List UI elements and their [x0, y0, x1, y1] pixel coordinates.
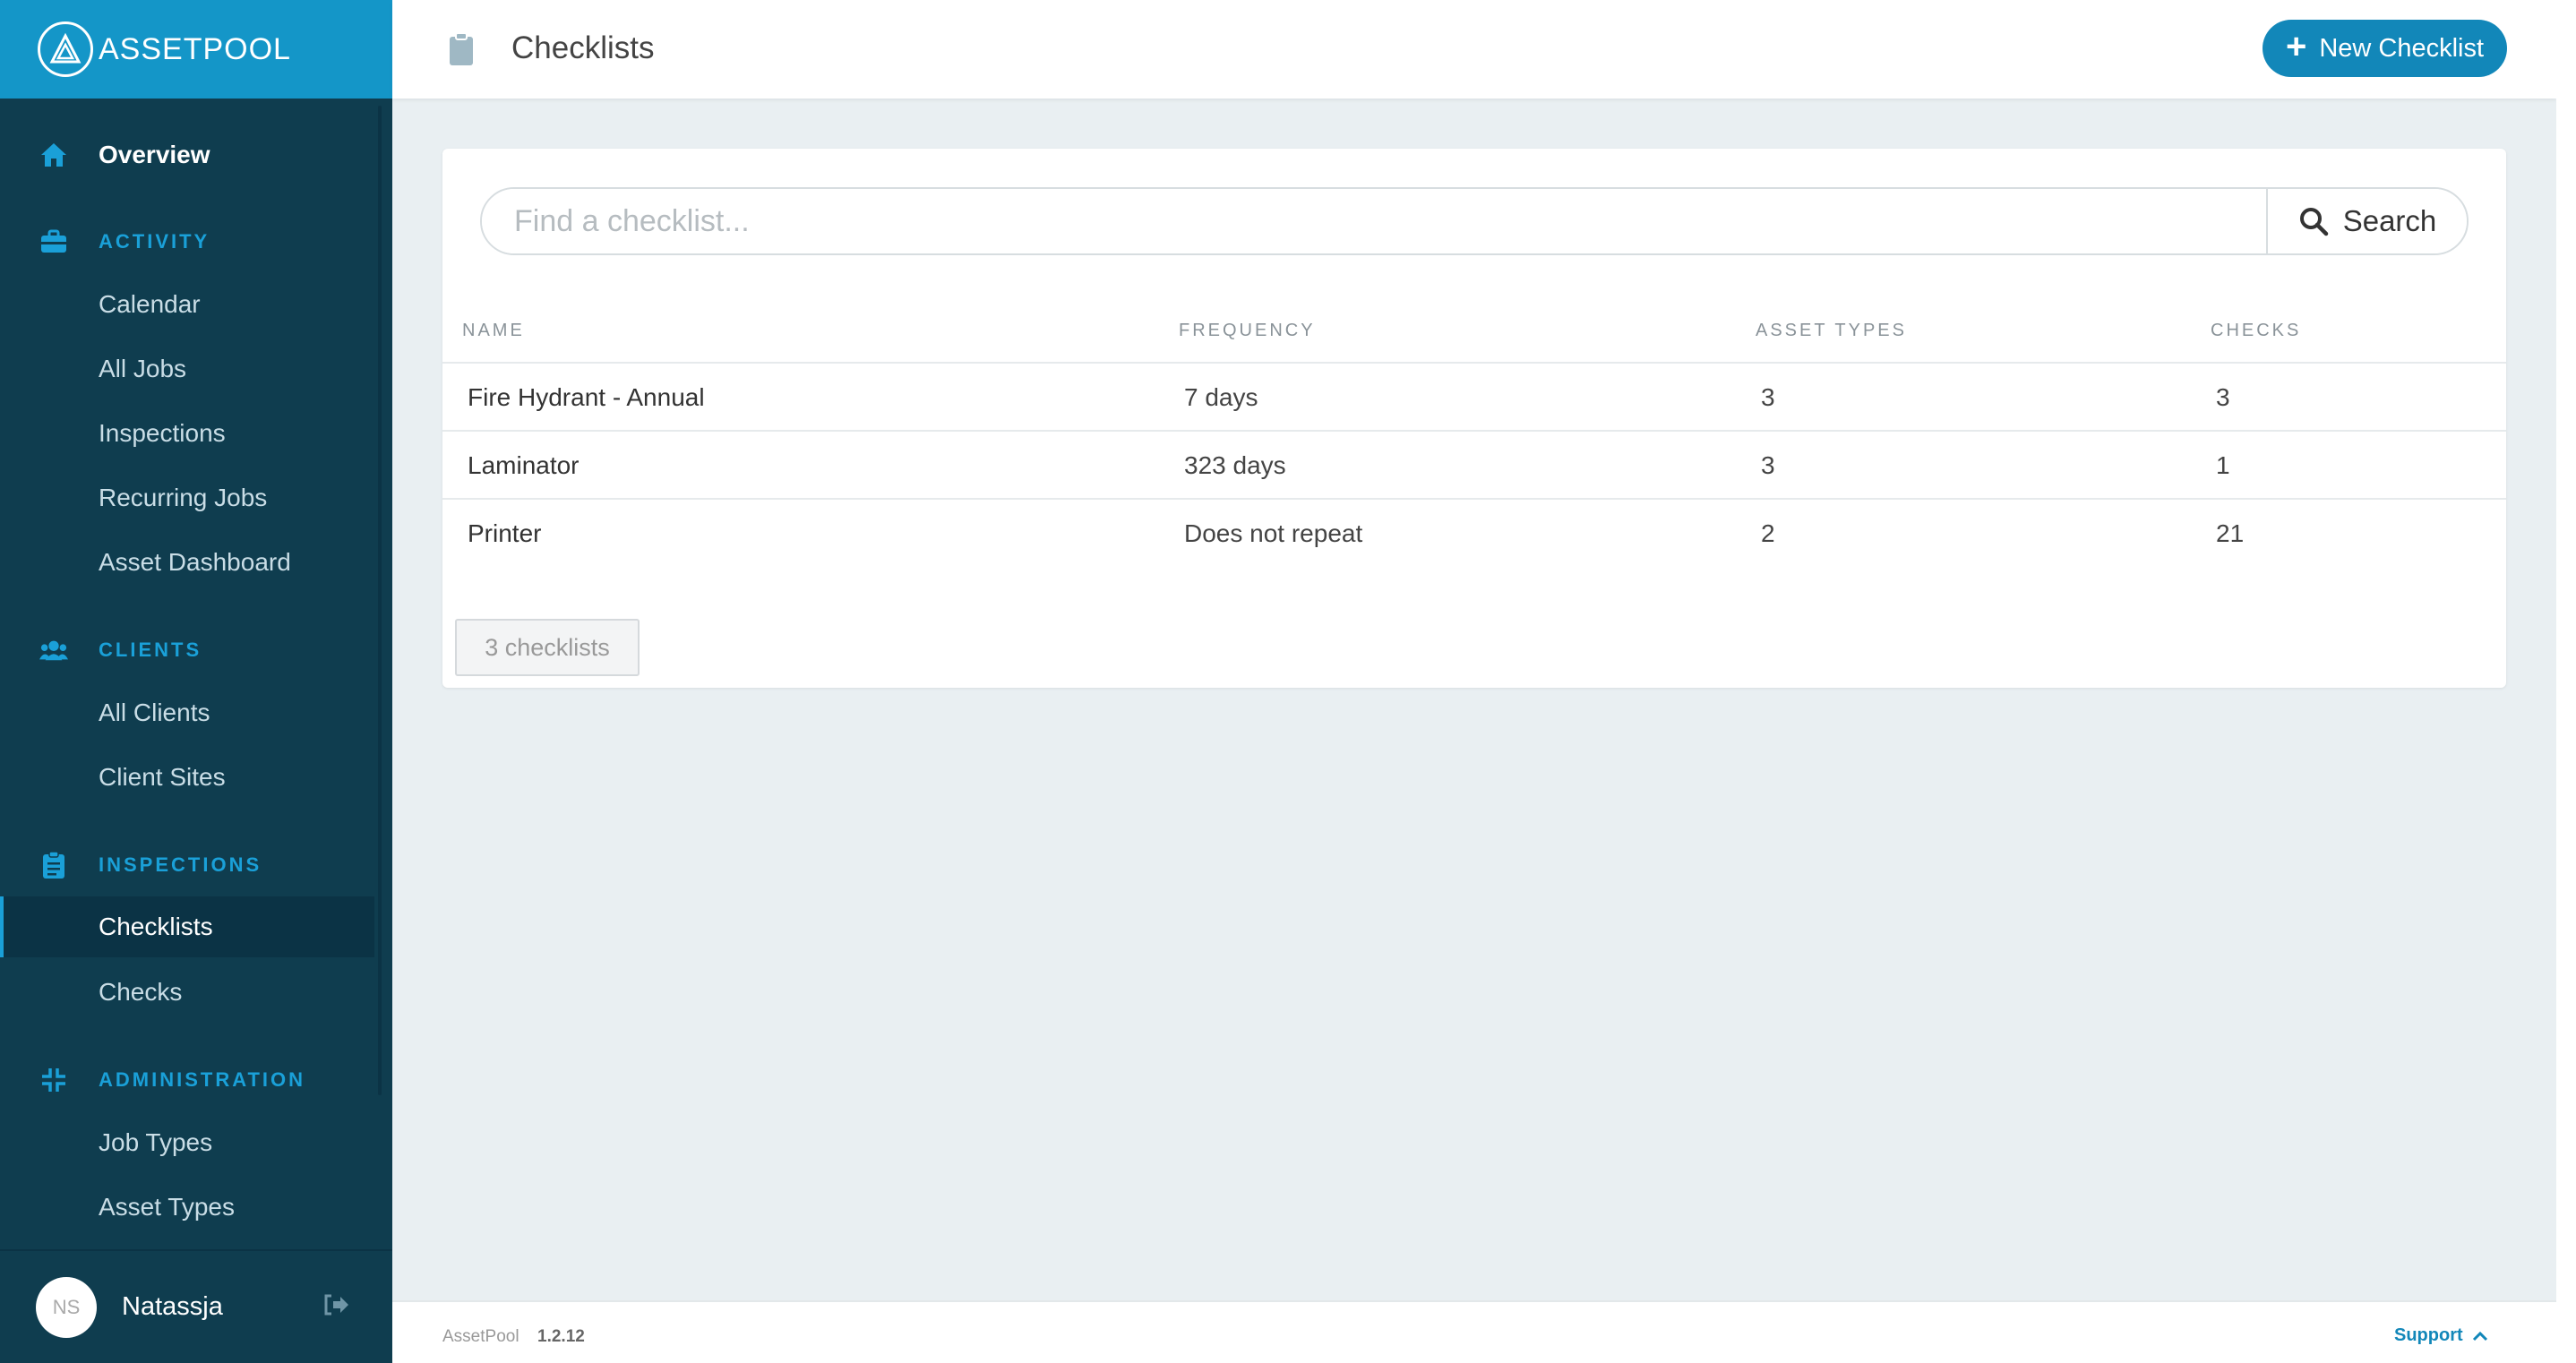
sidebar-item-checklists[interactable]: Checklists — [0, 896, 374, 957]
clipboard-icon — [448, 32, 475, 66]
cell-name[interactable]: Fire Hydrant - Annual — [468, 383, 705, 412]
new-checklist-button[interactable]: + New Checklist — [2263, 20, 2507, 77]
table-row[interactable]: Printer Does not repeat 2 21 — [442, 498, 2506, 566]
new-checklist-label: New Checklist — [2319, 33, 2485, 63]
sidebar-item-label: Inspections — [99, 419, 226, 447]
sidebar-item-label: Job Types — [99, 1128, 213, 1156]
briefcase-icon — [39, 227, 68, 256]
cell-frequency: 323 days — [1184, 451, 1286, 479]
sidebar-item-label: Asset Types — [99, 1193, 236, 1221]
footer-app-name: AssetPool — [442, 1327, 519, 1346]
sidebar-item-label: All Clients — [99, 699, 210, 726]
sidebar-item-label: All Jobs — [99, 355, 187, 382]
brand-name: ASSETPOOL — [99, 31, 291, 66]
sidebar-item-asset-dashboard[interactable]: Asset Dashboard — [0, 532, 374, 593]
support-label: Support — [2394, 1325, 2463, 1345]
cell-frequency: 7 days — [1184, 383, 1258, 411]
users-icon — [39, 636, 68, 664]
footer-version: 1.2.12 — [537, 1327, 585, 1346]
sidebar-item-checks[interactable]: Checks — [0, 962, 374, 1023]
sidebar-item-all-jobs[interactable]: All Jobs — [0, 339, 374, 399]
page-header: Checklists + New Checklist — [392, 0, 2556, 99]
section-inspections: INSPECTIONS — [0, 835, 374, 896]
sidebar-item-label: Checks — [99, 978, 183, 1006]
section-clients: CLIENTS — [0, 620, 374, 681]
brand[interactable]: ASSETPOOL — [0, 0, 392, 99]
search-bar: Search — [480, 187, 2469, 255]
checklist-count: 3 checklists — [455, 619, 640, 676]
page-scrollbar[interactable] — [2556, 0, 2576, 1363]
sidebar-scrollbar[interactable] — [378, 106, 382, 1095]
sidebar-item-label: Asset Dashboard — [99, 548, 291, 576]
logout-icon[interactable] — [322, 1293, 351, 1322]
column-header-checks[interactable]: CHECKS — [2211, 321, 2301, 341]
cell-name[interactable]: Printer — [468, 519, 541, 548]
section-administration: ADMINISTRATION — [0, 1050, 374, 1110]
sidebar-item-recurring-jobs[interactable]: Recurring Jobs — [0, 467, 374, 528]
section-activity: ACTIVITY — [0, 211, 374, 272]
column-header-name[interactable]: NAME — [462, 321, 525, 341]
search-icon — [2299, 208, 2328, 236]
clipboard-icon — [39, 851, 68, 879]
sidebar: ASSETPOOL Overview ACTIVITY Calendar All… — [0, 0, 392, 1363]
section-title: ACTIVITY — [99, 230, 210, 253]
user-bar: NS Natassja — [0, 1249, 392, 1363]
column-header-frequency[interactable]: FREQUENCY — [1179, 321, 1316, 341]
checklists-card: Search NAME FREQUENCY ASSET TYPES CHECKS… — [442, 149, 2506, 688]
sidebar-item-asset-types[interactable]: Asset Types — [0, 1177, 374, 1238]
cell-checks: 21 — [2216, 519, 2245, 547]
cell-asset-types: 2 — [1761, 519, 1775, 547]
sidebar-item-calendar[interactable]: Calendar — [0, 274, 374, 335]
cell-asset-types: 3 — [1761, 451, 1775, 479]
section-title: INSPECTIONS — [99, 853, 262, 876]
section-title: CLIENTS — [99, 639, 202, 661]
table-row[interactable]: Laminator 323 days 3 1 — [442, 430, 2506, 498]
avatar[interactable]: NS — [36, 1276, 97, 1338]
footer: AssetPool 1.2.12 Support — [392, 1300, 2556, 1363]
user-name[interactable]: Natassja — [122, 1292, 223, 1322]
sidebar-item-overview[interactable]: Overview — [0, 124, 374, 185]
search-input[interactable] — [482, 189, 2266, 253]
compress-icon — [39, 1066, 68, 1094]
assetpool-logo-icon — [38, 21, 93, 77]
sidebar-item-client-sites[interactable]: Client Sites — [0, 747, 374, 808]
sidebar-item-inspections[interactable]: Inspections — [0, 403, 374, 464]
table-row[interactable]: Fire Hydrant - Annual 7 days 3 3 — [442, 362, 2506, 430]
sidebar-item-job-types[interactable]: Job Types — [0, 1112, 374, 1173]
sidebar-item-all-clients[interactable]: All Clients — [0, 682, 374, 743]
cell-checks: 1 — [2216, 451, 2230, 479]
sidebar-item-label: Client Sites — [99, 763, 226, 791]
plus-icon: + — [2285, 27, 2307, 66]
chevron-up-icon — [2472, 1331, 2487, 1341]
cell-frequency: Does not repeat — [1184, 519, 1363, 547]
cell-checks: 3 — [2216, 383, 2230, 411]
search-button-label: Search — [2342, 204, 2437, 237]
cell-asset-types: 3 — [1761, 383, 1775, 411]
support-link[interactable]: Support — [2394, 1325, 2488, 1346]
home-icon — [39, 141, 68, 169]
sidebar-item-label: Overview — [99, 141, 210, 168]
sidebar-item-label: Checklists — [99, 913, 213, 940]
sidebar-item-label: Recurring Jobs — [99, 484, 268, 511]
column-header-asset-types[interactable]: ASSET TYPES — [1756, 321, 1907, 341]
sidebar-item-label: Calendar — [99, 290, 201, 318]
page-title: Checklists — [511, 30, 655, 65]
search-button[interactable]: Search — [2266, 189, 2467, 253]
section-title: ADMINISTRATION — [99, 1068, 306, 1091]
cell-name[interactable]: Laminator — [468, 451, 580, 480]
